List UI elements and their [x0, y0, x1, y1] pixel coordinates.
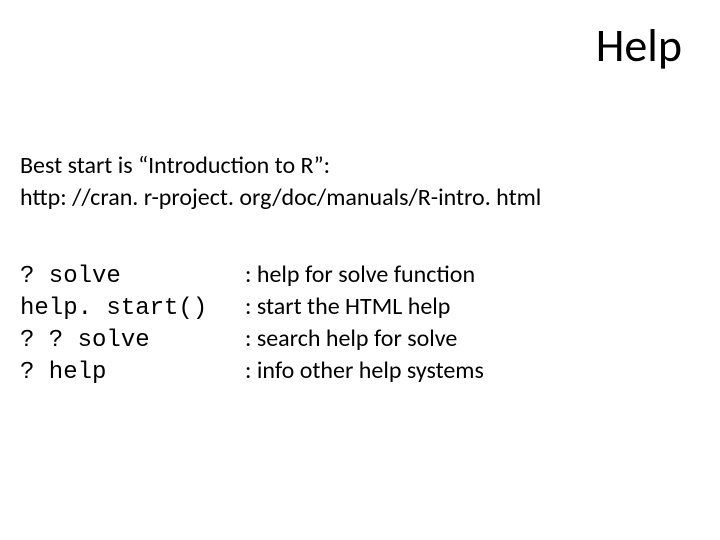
slide: Help Best start is “Introduction to R”: …: [0, 0, 720, 540]
intro-line-2: http: //cran. r-project. org/doc/manuals…: [20, 182, 541, 214]
command-row: ? help : info other help systems: [20, 356, 484, 386]
command-row: ? ? solve : search help for solve: [20, 324, 484, 354]
command-row: ? solve : help for solve function: [20, 260, 484, 290]
command-code: ? ? solve: [20, 327, 245, 354]
intro-block: Best start is “Introduction to R”: http:…: [20, 150, 541, 215]
command-list: ? solve : help for solve function help. …: [20, 260, 484, 388]
command-code: ? solve: [20, 263, 245, 290]
slide-title: Help: [596, 18, 682, 74]
command-row: help. start() : start the HTML help: [20, 292, 484, 322]
command-desc: : search help for solve: [245, 324, 457, 353]
command-desc: : start the HTML help: [245, 292, 450, 321]
intro-line-1: Best start is “Introduction to R”:: [20, 150, 541, 182]
command-code: ? help: [20, 359, 245, 386]
command-desc: : help for solve function: [245, 260, 475, 289]
command-desc: : info other help systems: [245, 356, 484, 385]
command-code: help. start(): [20, 295, 245, 322]
